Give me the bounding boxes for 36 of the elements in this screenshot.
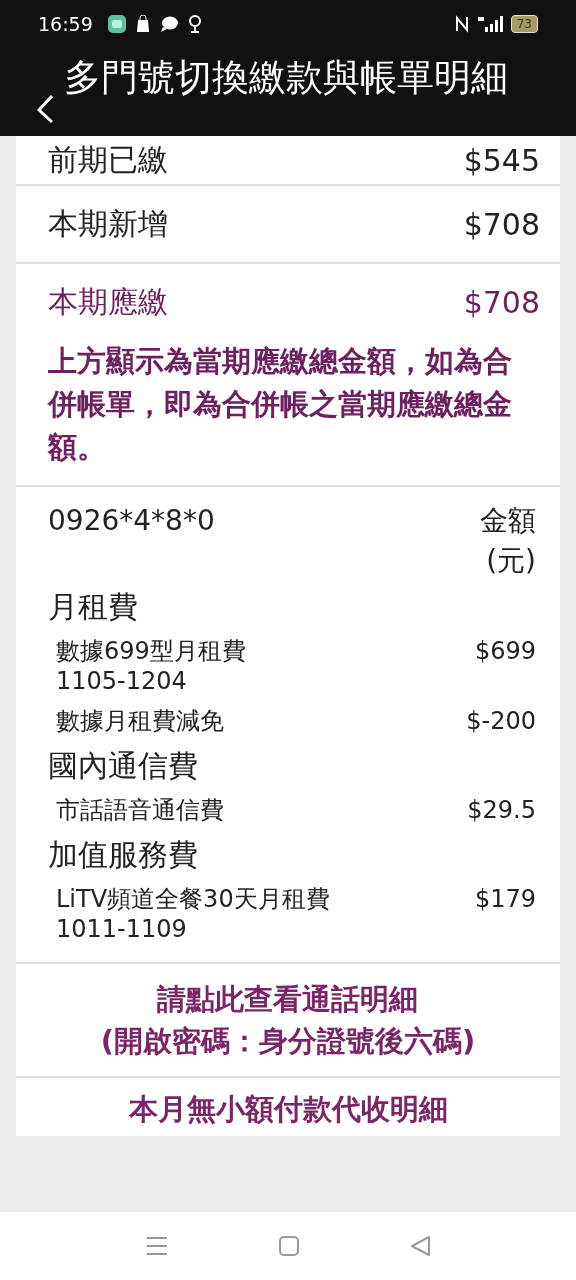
shopping-bag-icon [134,15,151,33]
micropayment-link[interactable]: 本月無小額付款代收明細 [128,1088,448,1130]
battery-indicator: 73 [510,15,538,33]
charge-period: 1105-1204 [56,666,188,696]
summary-amount: $708 [463,206,540,242]
back-nav-icon[interactable] [409,1235,432,1257]
category-heading: 加值服務費 [48,836,199,874]
category-heading: 國內通信費 [48,747,199,785]
home-icon[interactable] [278,1235,300,1257]
charge-amount: $29.5 [467,795,536,825]
summary-label: 本期應繳 [48,282,168,321]
charge-name: 數據699型月租費 [56,636,246,666]
nfc-icon [454,15,469,33]
location-pin-icon [186,14,203,34]
summary-label: 前期已繳 [48,140,168,179]
menu-icon[interactable] [144,1235,169,1257]
signal-icon [476,15,503,33]
call-detail-link[interactable]: 請點此查看通話明細 (開啟密碼：身分證號後六碼) [100,978,476,1062]
charge-name: 市話語音通信費 [56,795,224,825]
summary-amount: $545 [463,142,540,178]
charge-amount: $179 [474,884,536,915]
charge-amount: $-200 [466,706,536,736]
summary-label: 本期新增 [48,204,168,243]
amount-heading: 金額(元) [479,503,536,579]
speech-bubble-icon [158,15,179,33]
charge-amount: $699 [474,636,536,667]
category-heading: 月租費 [48,588,139,626]
chat-app-icon [106,14,127,34]
charge-name: 數據月租費減免 [56,706,224,736]
charge-period: 1011-1109 [56,914,188,944]
charge-name: LiTV頻道全餐30天月租費 [56,884,330,914]
status-time: 16:59 [38,13,93,35]
phone-number: 0926*4*8*0 [48,503,215,539]
summary-amount: $708 [463,284,540,320]
page-title: 多門號切換繳款與帳單明細 [64,56,509,100]
notice-text: 上方顯示為當期應繳總金額，如為合併帳單，即為合併帳之當期應繳總金額。 [16,340,560,487]
